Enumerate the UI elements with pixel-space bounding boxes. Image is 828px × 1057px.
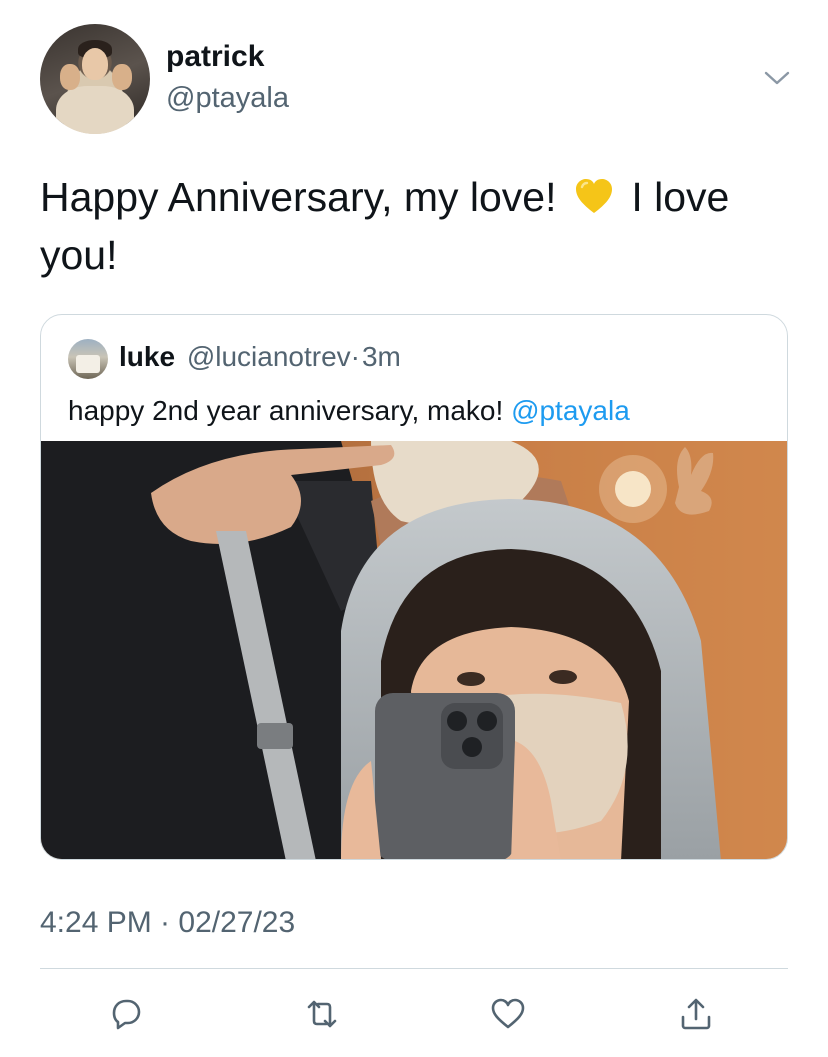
more-options-button[interactable] <box>760 64 794 92</box>
quoted-tweet-text: happy 2nd year anniversary, mako! @ptaya… <box>68 395 630 427</box>
author-handle[interactable]: @ptayala <box>166 82 289 115</box>
reply-button[interactable] <box>104 992 148 1036</box>
quoted-tweet-photo[interactable] <box>41 441 787 859</box>
quoted-author-avatar[interactable] <box>68 339 108 379</box>
like-icon <box>491 998 525 1029</box>
tweet: patrick @ptayala Happy Anniversary, my l… <box>0 0 828 1057</box>
divider <box>40 968 788 969</box>
share-button[interactable] <box>674 992 718 1036</box>
share-icon <box>681 998 711 1030</box>
quoted-author-display-name[interactable]: luke <box>119 341 175 372</box>
tweet-text: Happy Anniversary, my love! I love you! <box>40 168 780 284</box>
yellow-heart-icon <box>575 179 612 213</box>
quoted-separator: · <box>350 341 360 372</box>
chevron-down-icon <box>764 71 790 85</box>
quoted-tweet-card[interactable]: luke @lucianotrev·3m happy 2nd year anni… <box>40 314 788 860</box>
quoted-tweet-time: 3m <box>361 341 401 372</box>
mirror-selfie-photo <box>41 441 787 859</box>
reply-icon <box>112 999 141 1030</box>
quoted-tweet-body: happy 2nd year anniversary, mako! <box>68 395 504 426</box>
quoted-tweet-header: luke @lucianotrev·3m <box>119 341 401 373</box>
quoted-tweet-mention[interactable]: @ptayala <box>511 395 630 426</box>
author-avatar[interactable] <box>40 24 150 134</box>
like-button[interactable] <box>486 992 530 1036</box>
tweet-text-before-emoji: Happy Anniversary, my love! <box>40 174 557 220</box>
author-display-name[interactable]: patrick <box>166 40 264 74</box>
tweet-timestamp[interactable]: 4:24 PM · 02/27/23 <box>40 906 295 940</box>
quoted-author-handle[interactable]: @lucianotrev <box>187 341 351 372</box>
tweet-actions <box>0 986 828 1040</box>
retweet-button[interactable] <box>300 992 344 1036</box>
retweet-icon <box>307 1000 337 1028</box>
